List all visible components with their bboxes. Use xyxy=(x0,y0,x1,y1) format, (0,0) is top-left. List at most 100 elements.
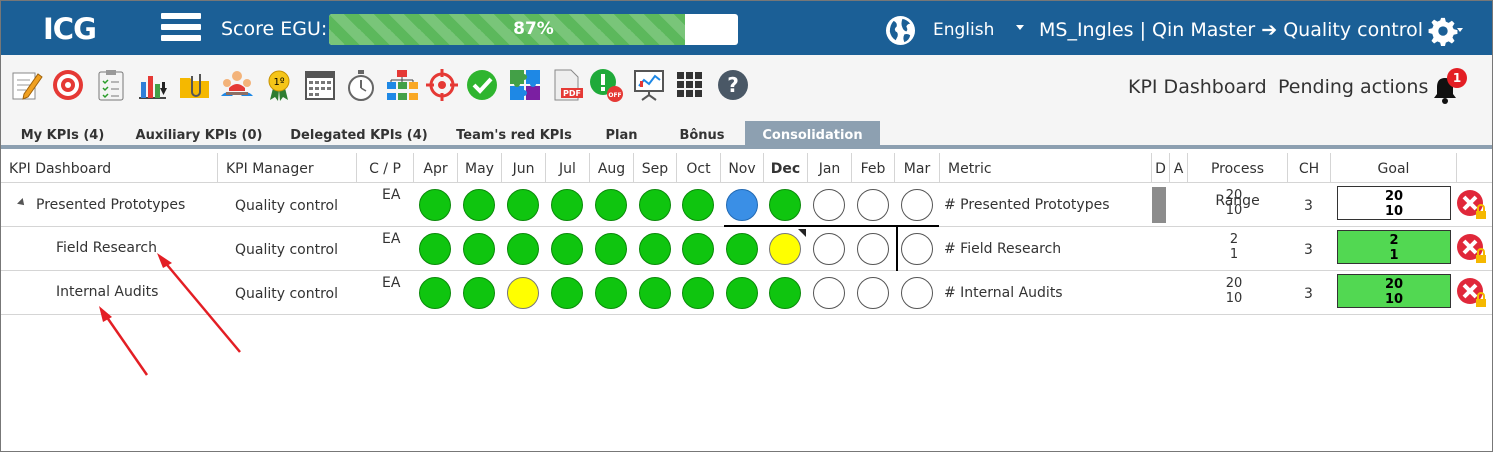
logo[interactable]: ICG xyxy=(43,12,97,46)
delete-locked-icon[interactable] xyxy=(1456,277,1488,309)
table-row[interactable]: Internal Audits Quality control EA # Intern… xyxy=(1,271,1492,315)
kpi-name[interactable]: Internal Audits xyxy=(56,284,158,300)
status-dot-sep[interactable] xyxy=(639,189,671,221)
col-process-range[interactable]: Process Range xyxy=(1187,153,1287,209)
status-dot-sep[interactable] xyxy=(639,277,671,309)
status-dot-nov[interactable] xyxy=(726,233,758,265)
delete-locked-icon[interactable] xyxy=(1456,189,1488,221)
status-dot-jun[interactable] xyxy=(507,189,539,221)
status-dot-mar[interactable] xyxy=(901,189,933,221)
tab-bonus[interactable]: Bônus xyxy=(659,121,745,149)
col-month-apr[interactable]: Apr xyxy=(413,153,457,183)
col-month-jan[interactable]: Jan xyxy=(807,153,851,183)
status-dot-jan[interactable] xyxy=(813,189,845,221)
language-caret-icon[interactable] xyxy=(1016,25,1024,30)
kpi-dashboard-link[interactable]: KPI Dashboard xyxy=(1128,76,1267,98)
table-row[interactable]: Field Research Quality control EA # Field R… xyxy=(1,227,1492,271)
status-dot-may[interactable] xyxy=(463,277,495,309)
status-dot-jul[interactable] xyxy=(551,189,583,221)
language-selector[interactable]: English xyxy=(933,20,994,40)
status-dot-jul[interactable] xyxy=(551,277,583,309)
status-dot-nov[interactable] xyxy=(726,189,758,221)
status-dot-apr[interactable] xyxy=(419,233,451,265)
col-d[interactable]: D xyxy=(1151,153,1169,183)
col-month-mar[interactable]: Mar xyxy=(894,153,939,183)
tab-auxiliary-kpis[interactable]: Auxiliary KPIs (0) xyxy=(124,121,274,149)
target-icon[interactable] xyxy=(51,68,85,102)
kpi-name[interactable]: Presented Prototypes xyxy=(36,197,185,213)
status-dot-apr[interactable] xyxy=(419,277,451,309)
pdf-icon[interactable]: PDF xyxy=(550,68,584,102)
status-dot-aug[interactable] xyxy=(595,233,627,265)
check-circle-icon[interactable] xyxy=(465,68,499,102)
col-month-aug[interactable]: Aug xyxy=(589,153,633,183)
status-dot-jul[interactable] xyxy=(551,233,583,265)
col-month-may[interactable]: May xyxy=(457,153,501,183)
calendar-icon[interactable] xyxy=(303,68,337,102)
status-dot-apr[interactable] xyxy=(419,189,451,221)
tab-my-kpis[interactable]: My KPIs (4) xyxy=(1,121,124,149)
status-dot-sep[interactable] xyxy=(639,233,671,265)
status-dot-feb[interactable] xyxy=(857,233,889,265)
status-dot-jun[interactable] xyxy=(507,277,539,309)
paperclip-icon[interactable] xyxy=(178,68,212,102)
col-goal[interactable]: Goal xyxy=(1330,153,1456,183)
pending-actions-link[interactable]: Pending actions xyxy=(1278,76,1428,98)
status-dot-jan[interactable] xyxy=(813,233,845,265)
notification-badge[interactable]: 1 xyxy=(1447,68,1467,88)
goal-box[interactable]: 20 10 xyxy=(1337,274,1451,308)
status-dot-aug[interactable] xyxy=(595,189,627,221)
status-dot-mar[interactable] xyxy=(901,233,933,265)
user-context[interactable]: MS_Ingles | Qin Master ➔ Quality control xyxy=(1039,19,1423,41)
puzzle-icon[interactable] xyxy=(508,68,542,102)
comment-marker-icon[interactable] xyxy=(798,229,806,237)
settings-caret-icon[interactable] xyxy=(1457,28,1463,32)
status-dot-nov[interactable] xyxy=(726,277,758,309)
goal-box[interactable]: 20 10 xyxy=(1337,186,1451,220)
delete-locked-icon[interactable] xyxy=(1456,233,1488,265)
globe-icon[interactable] xyxy=(885,15,916,46)
tab-consolidation[interactable]: Consolidation xyxy=(745,121,880,149)
medal-icon[interactable]: 1º xyxy=(262,68,296,102)
status-dot-dec[interactable] xyxy=(769,277,801,309)
col-month-feb[interactable]: Feb xyxy=(851,153,894,183)
status-dot-feb[interactable] xyxy=(857,277,889,309)
col-metric[interactable]: Metric xyxy=(939,153,1151,183)
col-kpi-dashboard[interactable]: KPI Dashboard xyxy=(1,153,217,183)
checklist-icon[interactable] xyxy=(94,68,128,102)
col-month-jun[interactable]: Jun xyxy=(501,153,545,183)
status-dot-jan[interactable] xyxy=(813,277,845,309)
col-kpi-manager[interactable]: KPI Manager xyxy=(217,153,356,183)
col-month-jul[interactable]: Jul xyxy=(545,153,589,183)
tab-delegated-kpis[interactable]: Delegated KPIs (4) xyxy=(274,121,444,149)
status-dot-dec[interactable] xyxy=(769,189,801,221)
table-row[interactable]: Presented Prototypes Quality control EA # P… xyxy=(1,183,1492,227)
crosshair-icon[interactable] xyxy=(425,68,459,102)
expand-toggle-icon[interactable] xyxy=(17,198,27,208)
edit-icon[interactable] xyxy=(10,68,44,102)
status-dot-feb[interactable] xyxy=(857,189,889,221)
presentation-icon[interactable] xyxy=(632,68,666,102)
status-dot-oct[interactable] xyxy=(682,189,714,221)
status-dot-mar[interactable] xyxy=(901,277,933,309)
tab-plan[interactable]: Plan xyxy=(584,121,659,149)
kpi-name[interactable]: Field Research xyxy=(56,240,157,256)
stopwatch-icon[interactable] xyxy=(344,68,378,102)
col-ch[interactable]: CH xyxy=(1287,153,1330,183)
status-dot-oct[interactable] xyxy=(682,233,714,265)
status-dot-oct[interactable] xyxy=(682,277,714,309)
gear-icon[interactable] xyxy=(1428,16,1458,46)
menu-icon[interactable] xyxy=(161,13,201,45)
status-dot-dec[interactable] xyxy=(769,233,801,265)
status-dot-jun[interactable] xyxy=(507,233,539,265)
team-icon[interactable] xyxy=(220,68,254,102)
col-month-oct[interactable]: Oct xyxy=(676,153,720,183)
col-cp[interactable]: C / P xyxy=(356,153,413,183)
status-dot-may[interactable] xyxy=(463,233,495,265)
help-icon[interactable]: ? xyxy=(716,68,750,102)
tab-teams-red-kpis[interactable]: Team's red KPIs xyxy=(444,121,584,149)
col-month-nov[interactable]: Nov xyxy=(720,153,763,183)
col-month-sep[interactable]: Sep xyxy=(633,153,676,183)
status-dot-aug[interactable] xyxy=(595,277,627,309)
col-month-dec[interactable]: Dec xyxy=(763,153,807,183)
